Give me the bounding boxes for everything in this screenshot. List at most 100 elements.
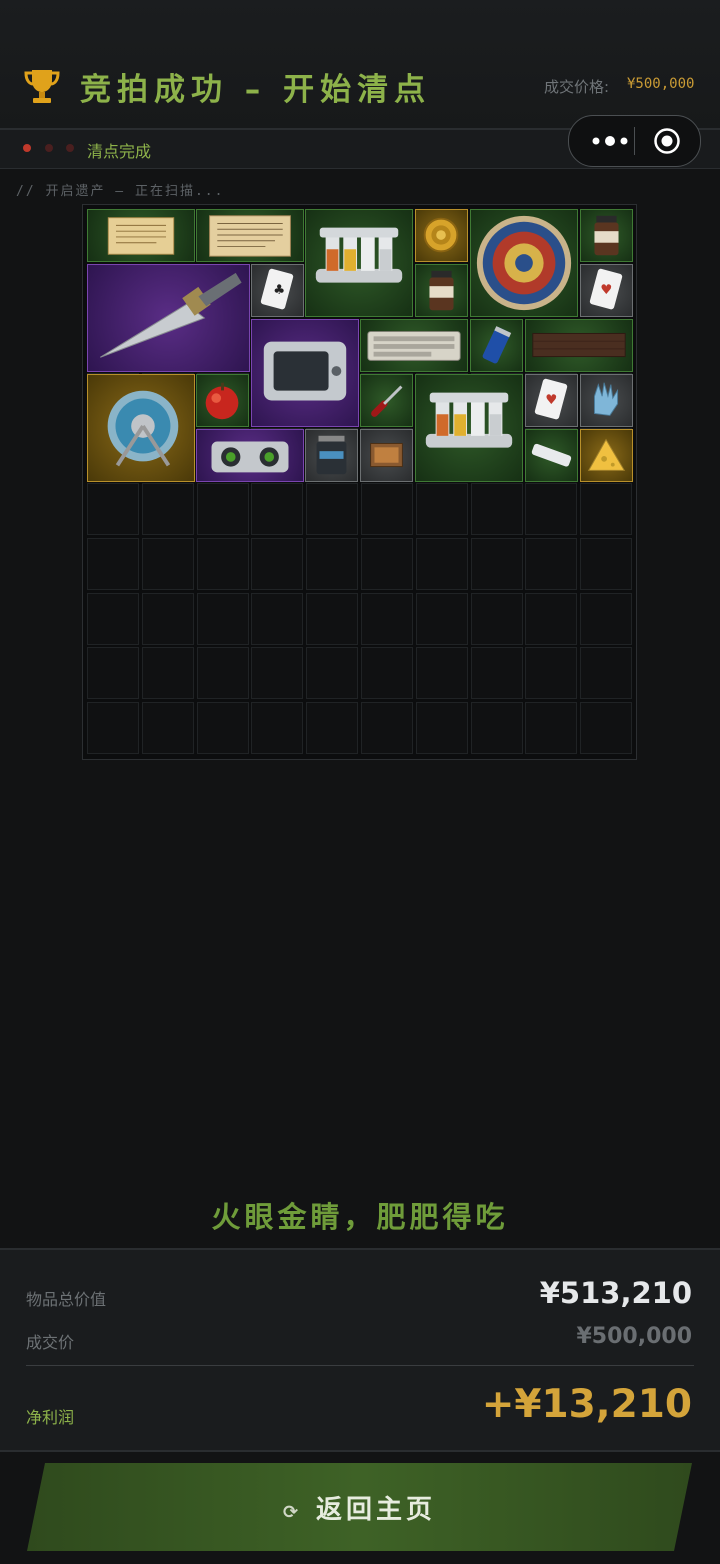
inventory-slot xyxy=(415,702,468,755)
inventory-slot xyxy=(580,702,633,755)
slogan-text: 火眼金睛，肥肥得吃 xyxy=(211,1200,509,1234)
page-title: 竞拍成功 – 开始清点 xyxy=(80,72,432,108)
return-home-label: 返回主页 xyxy=(316,1495,437,1525)
inventory-slot xyxy=(196,537,249,590)
svg-text:♥: ♥ xyxy=(545,392,557,408)
inventory-slot xyxy=(361,702,413,755)
inventory-slot xyxy=(580,537,633,590)
trophy-icon xyxy=(24,70,60,103)
inventory-slot xyxy=(87,537,139,590)
inventory-slot xyxy=(141,592,194,645)
inventory-slot xyxy=(196,483,249,535)
header-bar: 竞拍成功 – 开始清点 成交价格: ¥500,000 xyxy=(0,0,720,130)
item-spice-rack[interactable] xyxy=(415,374,523,482)
deal-price-summary-label: 成交价 xyxy=(26,1333,75,1352)
inventory-grid: ♣ ♥ ♥ xyxy=(82,204,637,760)
item-keyboard[interactable] xyxy=(360,319,468,372)
summary-divider xyxy=(26,1365,694,1366)
more-dots-icon[interactable] xyxy=(587,129,633,153)
capsule-divider xyxy=(634,127,635,155)
inventory-slot xyxy=(415,483,468,535)
inventory-slot xyxy=(361,537,413,590)
net-profit-value: +¥13,210 xyxy=(481,1382,692,1427)
item-incubator-machine[interactable] xyxy=(251,319,359,427)
item-cable-reel[interactable] xyxy=(87,374,195,482)
inventory-slot xyxy=(306,537,359,590)
svg-text:♥: ♥ xyxy=(600,282,612,298)
item-spice-rack[interactable] xyxy=(305,209,413,317)
status-dot xyxy=(23,144,31,152)
item-gold-coin[interactable] xyxy=(415,209,468,262)
item-playing-card[interactable]: ♥ xyxy=(525,374,578,427)
item-wooden-plank[interactable] xyxy=(525,319,633,372)
inventory-slot xyxy=(470,702,523,755)
inventory-slot xyxy=(580,592,633,645)
item-latex-glove[interactable] xyxy=(580,374,633,427)
status-dot xyxy=(66,144,74,152)
total-value-label: 物品总价值 xyxy=(26,1290,107,1309)
inventory-slot xyxy=(196,647,249,700)
refresh-icon: ⟳ xyxy=(282,1502,299,1523)
item-playing-card[interactable]: ♥ xyxy=(580,264,633,317)
inventory-slot xyxy=(470,483,523,535)
item-parchment-document[interactable] xyxy=(87,209,195,262)
inventory-slot xyxy=(415,647,468,700)
inventory-slot xyxy=(361,647,413,700)
inventory-slot xyxy=(306,647,359,700)
inventory-slot xyxy=(251,592,304,645)
item-matchbox[interactable] xyxy=(360,429,413,482)
inventory-slot xyxy=(361,483,413,535)
deal-price-value: ¥500,000 xyxy=(627,76,695,92)
inventory-slot xyxy=(141,537,194,590)
inventory-slot xyxy=(196,702,249,755)
deal-price-summary-value: ¥500,000 xyxy=(576,1324,692,1349)
inventory-slot xyxy=(196,592,249,645)
item-instant-coffee-jar[interactable] xyxy=(580,209,633,262)
inventory-slot xyxy=(306,592,359,645)
return-home-button[interactable]: ⟳ 返回主页 xyxy=(27,1463,692,1551)
item-hunting-knife[interactable] xyxy=(87,264,250,372)
inventory-slot xyxy=(415,537,468,590)
inventory-slot xyxy=(525,483,578,535)
status-text: 清点完成 xyxy=(87,142,152,161)
item-old-parchment-letter[interactable] xyxy=(196,209,304,262)
inventory-slot xyxy=(306,702,359,755)
inventory-slot xyxy=(87,592,139,645)
target-circle-icon[interactable] xyxy=(653,127,681,155)
item-screwdriver[interactable] xyxy=(360,374,413,427)
inventory-slot xyxy=(251,702,304,755)
item-protein-tub[interactable] xyxy=(305,429,358,482)
inventory-slot xyxy=(580,483,633,535)
inventory-slot xyxy=(525,592,578,645)
scan-status-text: // 开启遗产 – 正在扫描... xyxy=(16,184,225,199)
item-decorative-plate[interactable] xyxy=(470,209,578,317)
inventory-slot xyxy=(141,647,194,700)
inventory-slot xyxy=(361,592,413,645)
total-value: ¥513,210 xyxy=(539,1276,692,1310)
inventory-slot xyxy=(87,702,139,755)
item-coffee-jar[interactable] xyxy=(415,264,468,317)
inventory-slot xyxy=(306,483,359,535)
inventory-slot xyxy=(470,592,523,645)
inventory-slot xyxy=(87,647,139,700)
inventory-slot xyxy=(580,647,633,700)
inventory-slot xyxy=(141,483,194,535)
inventory-slot xyxy=(251,647,304,700)
net-profit-label: 净利润 xyxy=(26,1408,75,1427)
item-cheese-wedge[interactable] xyxy=(580,429,633,482)
item-power-strip[interactable] xyxy=(525,429,578,482)
item-boombox[interactable] xyxy=(196,429,304,482)
deal-price-label: 成交价格: xyxy=(544,78,610,96)
inventory-slot xyxy=(525,702,578,755)
status-dot xyxy=(45,144,53,152)
inventory-slot xyxy=(415,592,468,645)
inventory-slot xyxy=(525,647,578,700)
summary-panel: 物品总价值 ¥513,210 成交价 ¥500,000 净利润 +¥13,210 xyxy=(0,1248,720,1452)
item-energy-drink-can[interactable] xyxy=(470,319,523,372)
item-apple[interactable] xyxy=(196,374,249,427)
inventory-slot xyxy=(251,537,304,590)
inventory-slot xyxy=(251,483,304,535)
item-playing-card[interactable]: ♣ xyxy=(251,264,304,317)
miniapp-capsule xyxy=(568,115,701,167)
inventory-slot xyxy=(525,537,578,590)
